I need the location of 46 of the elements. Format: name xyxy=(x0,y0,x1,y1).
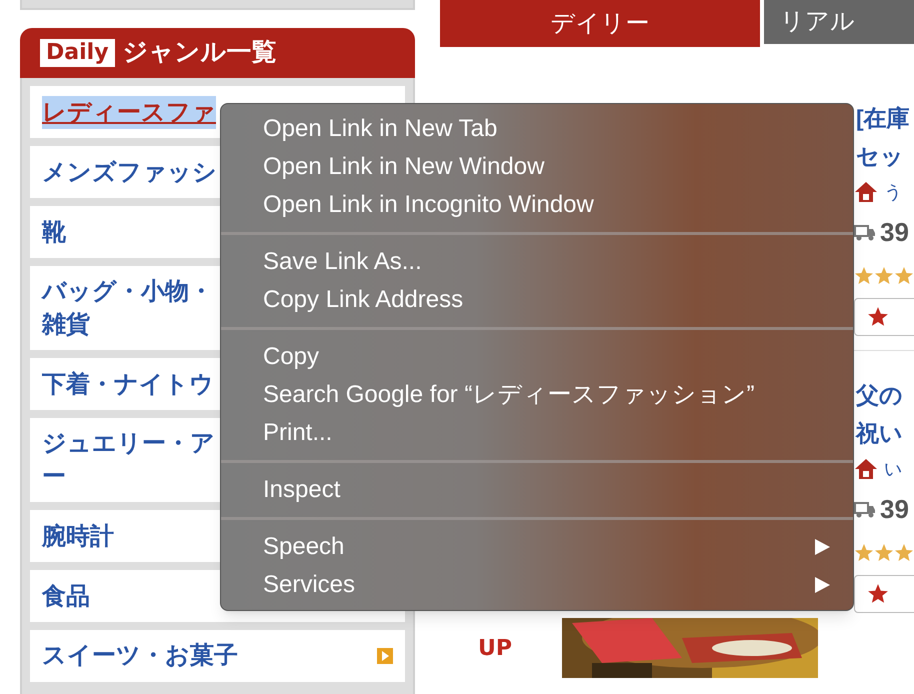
menu-item[interactable]: Print... xyxy=(221,414,853,452)
product-title[interactable]: セッ xyxy=(854,138,906,174)
product-title[interactable]: 父の xyxy=(854,377,905,413)
truck-icon xyxy=(854,500,876,518)
menu-item[interactable]: Copy Link Address xyxy=(221,281,853,319)
genre-link[interactable]: 下着・ナイトウ xyxy=(42,368,214,400)
genre-link[interactable]: レディースファ xyxy=(42,96,216,128)
genre-link[interactable]: バッグ・小物・ 雑貨 xyxy=(42,275,213,341)
shop-name[interactable]: う xyxy=(884,178,902,206)
genre-link[interactable]: 靴 xyxy=(42,216,66,248)
house-icon xyxy=(854,181,878,203)
header-title: ジャンル一覧 xyxy=(122,37,277,68)
menu-item[interactable]: Save Link As... xyxy=(221,243,853,281)
play-icon xyxy=(377,648,393,664)
product-title[interactable]: 祝い xyxy=(854,415,905,451)
star-icon xyxy=(867,583,889,605)
shipping-price: 39 xyxy=(880,492,909,526)
tab[interactable]: デイリー xyxy=(440,0,760,47)
favorite-button[interactable] xyxy=(854,575,914,613)
star-icon xyxy=(867,306,889,328)
menu-item[interactable]: Search Google for “レディースファッション” xyxy=(221,376,853,414)
menu-item[interactable]: Speech xyxy=(221,528,853,566)
shipping-price: 39 xyxy=(880,216,909,248)
menu-item[interactable]: Copy xyxy=(221,338,853,376)
star-icon xyxy=(874,266,894,286)
genre-link[interactable]: 腕時計 xyxy=(42,520,114,552)
star-icon xyxy=(894,266,914,286)
menu-item[interactable]: Inspect xyxy=(221,471,853,509)
star-icon xyxy=(874,543,894,563)
rank-up-label: UP xyxy=(478,634,512,662)
genre-link[interactable]: メンズファッシ xyxy=(42,156,217,188)
star-icon xyxy=(854,543,874,563)
menu-item[interactable]: Open Link in New Window xyxy=(221,148,853,186)
menu-item[interactable]: Open Link in Incognito Window xyxy=(221,186,853,224)
product-title[interactable]: [在庫 xyxy=(854,100,912,136)
shop-name[interactable]: い xyxy=(884,456,902,482)
star-icon xyxy=(854,266,874,286)
genre-link[interactable]: 食品 xyxy=(42,580,90,612)
tab[interactable]: リアル xyxy=(764,0,914,44)
genre-link[interactable]: ジュエリー・ア ー xyxy=(42,427,215,493)
daily-badge: Daily xyxy=(40,39,115,67)
truck-icon xyxy=(854,223,876,241)
menu-item[interactable]: Services xyxy=(221,566,853,604)
star-icon xyxy=(894,543,914,563)
menu-item[interactable]: Open Link in New Tab xyxy=(221,110,853,148)
house-icon xyxy=(854,458,878,480)
